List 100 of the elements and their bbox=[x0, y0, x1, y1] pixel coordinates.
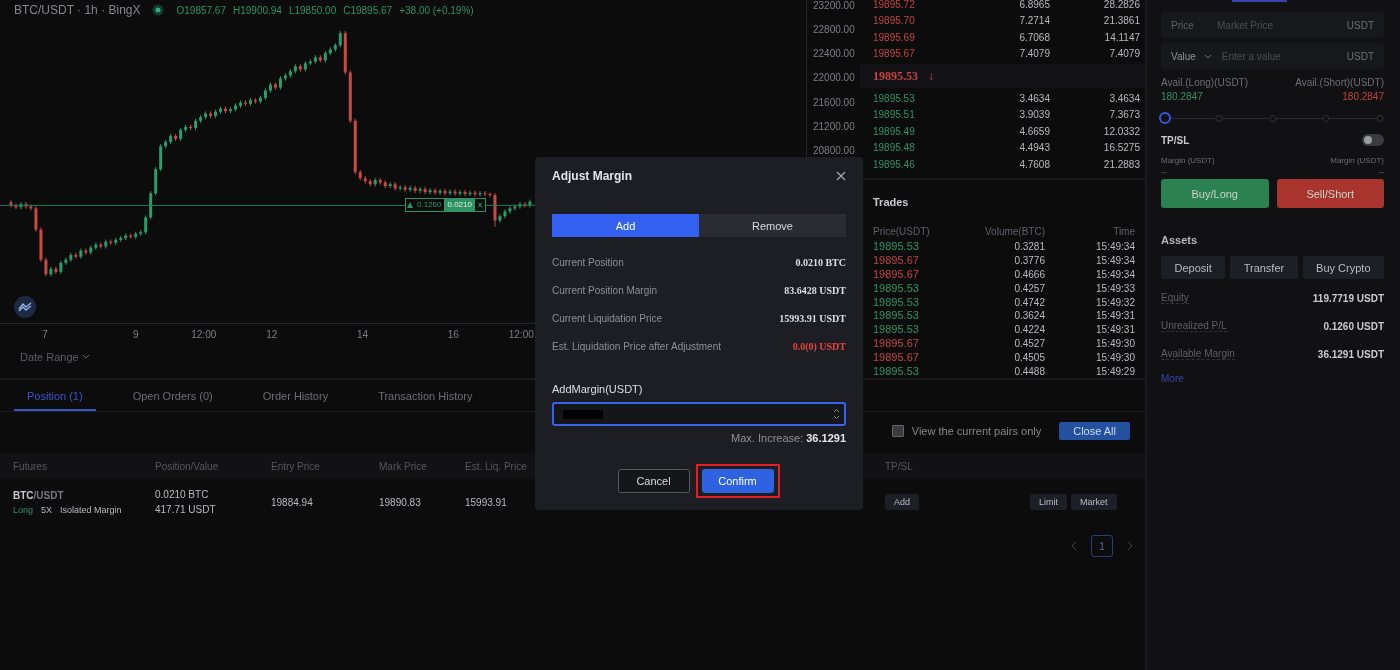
trade-price: 19895.53 bbox=[873, 281, 920, 295]
column-header: TP/SL bbox=[885, 460, 914, 472]
column-header: Mark Price bbox=[379, 460, 428, 472]
trade-volume: 0.4257 bbox=[1013, 282, 1045, 294]
marker-pnl: 0.1260 bbox=[416, 199, 443, 212]
candlestick bbox=[54, 266, 58, 275]
liquidation-price: 15993.91 bbox=[465, 496, 508, 508]
order-total: 3.4634 bbox=[1108, 92, 1140, 104]
add-tpsl-button[interactable]: Add bbox=[885, 494, 919, 510]
detail-label: Current Position bbox=[552, 256, 624, 268]
position-size: 0.0210 BTC bbox=[155, 489, 210, 500]
leverage-slider[interactable] bbox=[1161, 112, 1384, 124]
candlestick bbox=[64, 257, 68, 266]
trade-time: 15:49:33 bbox=[1095, 282, 1135, 294]
date-range-dropdown[interactable]: Date Range bbox=[0, 347, 110, 367]
confirm-button[interactable]: Confirm bbox=[701, 469, 774, 493]
trade-volume: 0.4527 bbox=[1013, 337, 1045, 349]
close-position-button[interactable]: Market bbox=[1071, 494, 1117, 510]
order-price: 19895.67 bbox=[873, 48, 916, 60]
close-icon[interactable] bbox=[836, 171, 846, 181]
order-price: 19895.46 bbox=[873, 158, 916, 170]
close-all-button[interactable]: Close All bbox=[1059, 422, 1130, 440]
tab[interactable]: Position (1) bbox=[14, 390, 96, 411]
stat-label: Equity bbox=[1161, 292, 1189, 304]
candlestick bbox=[458, 189, 462, 197]
asset-action-button[interactable]: Transfer bbox=[1230, 256, 1298, 279]
order-price: 19895.72 bbox=[873, 0, 916, 10]
candlestick bbox=[144, 214, 148, 235]
close-position-button[interactable]: Limit bbox=[1030, 494, 1067, 510]
mode-tab[interactable]: Remove bbox=[699, 214, 846, 237]
order-price: 19895.49 bbox=[873, 125, 916, 137]
margin-mode: Isolated Margin bbox=[60, 504, 122, 515]
cancel-button[interactable]: Cancel bbox=[617, 469, 690, 493]
order-price: 19895.69 bbox=[873, 31, 916, 43]
tab[interactable]: Open Orders (0) bbox=[119, 390, 226, 411]
margin-input-field[interactable] bbox=[552, 402, 846, 426]
mark-price: 19890.83 bbox=[379, 496, 422, 508]
x-axis-label: 12 bbox=[266, 329, 278, 340]
detail-value: 0.0210 BTC bbox=[795, 256, 846, 268]
spinner-arrows-icon[interactable] bbox=[833, 408, 840, 420]
trade-price: 19895.53 bbox=[873, 309, 920, 323]
trade-time: 15:49:31 bbox=[1095, 324, 1135, 336]
position-side: Long bbox=[13, 504, 34, 515]
stat-label: Available Margin bbox=[1161, 348, 1235, 360]
column-header: Entry Price bbox=[271, 460, 321, 472]
y-axis-label: 22800.00 bbox=[813, 25, 855, 36]
order-total: 7.4079 bbox=[1108, 48, 1140, 60]
candlestick bbox=[413, 185, 417, 194]
candlestick bbox=[448, 188, 452, 196]
futures-pair: BTC/USDT bbox=[13, 489, 65, 501]
order-total: 16.5275 bbox=[1102, 142, 1140, 154]
candlestick bbox=[463, 189, 467, 197]
x-axis-label: 14 bbox=[356, 329, 369, 340]
trade-time: 15:49:34 bbox=[1095, 255, 1135, 267]
trade-volume: 0.4505 bbox=[1013, 351, 1045, 363]
trade-volume: 0.4742 bbox=[1013, 296, 1045, 308]
stat-label: Unrealized P/L bbox=[1161, 320, 1227, 332]
sell-button[interactable]: Sell/Short bbox=[1276, 179, 1384, 208]
ohlc-value: +38.00 (+0.19%) bbox=[399, 4, 474, 16]
entry-price: 19884.94 bbox=[271, 496, 314, 508]
trade-price: 19895.53 bbox=[873, 295, 920, 309]
mode-tab[interactable]: Add bbox=[552, 214, 699, 237]
order-amount: 6.8965 bbox=[1018, 0, 1050, 10]
tpsl-label: TP/SL bbox=[1161, 134, 1190, 146]
trade-price: 19895.67 bbox=[873, 254, 920, 268]
asset-action-button[interactable]: Deposit bbox=[1161, 256, 1226, 279]
order-amount: 4.7608 bbox=[1018, 158, 1050, 170]
asset-action-button[interactable]: Buy Crypto bbox=[1302, 256, 1384, 279]
order-amount: 4.6659 bbox=[1018, 125, 1050, 137]
x-axis-label: 16 bbox=[447, 329, 459, 340]
tpsl-toggle[interactable] bbox=[1362, 134, 1384, 146]
input-label: AddMargin(USDT) bbox=[552, 383, 643, 395]
column-header: Est. Liq. Price bbox=[465, 460, 528, 472]
ohlc-value: C19895.67 bbox=[343, 4, 393, 16]
margin-value: -- bbox=[1378, 167, 1384, 176]
section-title: Trades bbox=[872, 195, 910, 210]
detail-label: Est. Liquidation Price after Adjustment bbox=[552, 340, 721, 352]
position-value: 417.71 USDT bbox=[155, 504, 217, 515]
dialog-title: Adjust Margin bbox=[552, 169, 632, 183]
candlestick bbox=[423, 186, 427, 195]
max-increase-text: Max. Increase: 36.1291 bbox=[730, 432, 846, 444]
candlestick bbox=[478, 190, 482, 197]
checkbox[interactable] bbox=[891, 425, 904, 437]
avail-label: Avail.(Long)(USDT) bbox=[1161, 77, 1249, 88]
order-amount: 3.4634 bbox=[1018, 92, 1050, 104]
column-header: Time bbox=[1112, 225, 1135, 237]
buy-button[interactable]: Buy/Long bbox=[1161, 179, 1269, 208]
candlestick bbox=[408, 185, 412, 193]
candlestick bbox=[428, 187, 432, 195]
logo-icon bbox=[14, 296, 36, 318]
slider-thumb[interactable] bbox=[1159, 112, 1171, 124]
trade-volume: 0.3281 bbox=[1013, 241, 1045, 253]
order-price: 19895.70 bbox=[873, 15, 916, 27]
page-button[interactable]: 1 bbox=[1091, 535, 1113, 557]
chevron-down-icon bbox=[81, 354, 90, 360]
trade-price: 19895.67 bbox=[873, 350, 920, 364]
checkbox-label: View the current pairs only bbox=[911, 425, 1042, 437]
x-axis-label: 7 bbox=[42, 329, 48, 340]
tab[interactable]: Transaction History bbox=[365, 390, 486, 411]
tab[interactable]: Order History bbox=[249, 390, 342, 411]
